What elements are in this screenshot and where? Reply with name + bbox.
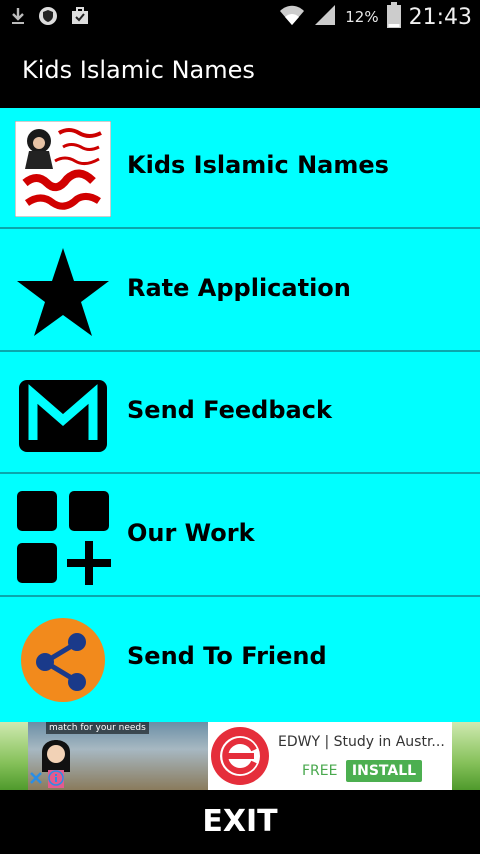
clock: 21:43: [408, 4, 472, 30]
menu-item-rate-application[interactable]: Rate Application: [0, 231, 480, 352]
share-icon: [15, 612, 111, 708]
menu-item-label: Rate Application: [127, 274, 351, 302]
menu-item-label: Our Work: [127, 519, 255, 547]
menu-item-label: Send Feedback: [127, 396, 332, 424]
battery-percent: 12%: [345, 8, 379, 26]
menu-item-label: Kids Islamic Names: [127, 151, 389, 179]
ad-price-label: FREE: [302, 763, 338, 779]
menu-item-send-to-friend[interactable]: Send To Friend: [0, 599, 480, 720]
star-icon: [15, 244, 111, 340]
ad-decoration: [0, 722, 28, 790]
ad-title: EDWY | Study in Austr...: [278, 734, 445, 750]
menu-item-label: Send To Friend: [127, 642, 327, 670]
briefcase-icon: [70, 6, 90, 30]
battery-icon: [386, 2, 401, 32]
shield-icon: [38, 6, 58, 30]
menu-item-our-work[interactable]: Our Work: [0, 476, 480, 597]
download-icon: [10, 6, 26, 30]
ad-decoration: [452, 722, 480, 790]
ad-info-icon[interactable]: [48, 770, 64, 786]
status-bar: 12% 21:43: [0, 0, 480, 34]
ad-close-icon[interactable]: [28, 770, 44, 786]
menu-item-send-feedback[interactable]: Send Feedback: [0, 353, 480, 474]
app-title: Kids Islamic Names: [22, 56, 255, 84]
exit-button[interactable]: EXIT: [0, 804, 480, 839]
main-menu: Kids Islamic Names Rate Application Send…: [0, 108, 480, 722]
apps-add-icon: [15, 489, 111, 585]
ad-banner[interactable]: match for your needs EDWY | Study in Aus…: [0, 722, 480, 790]
mail-icon: [15, 366, 111, 462]
menu-item-kids-islamic-names[interactable]: Kids Islamic Names: [0, 108, 480, 229]
signal-icon: [313, 3, 337, 31]
install-button[interactable]: INSTALL: [346, 760, 422, 782]
app-title-bar: Kids Islamic Names: [0, 34, 480, 108]
exit-bar[interactable]: EXIT: [0, 790, 480, 854]
wifi-icon: [279, 3, 305, 31]
app-logo-icon: [14, 120, 112, 218]
ad-brand-logo-icon: [206, 726, 274, 786]
